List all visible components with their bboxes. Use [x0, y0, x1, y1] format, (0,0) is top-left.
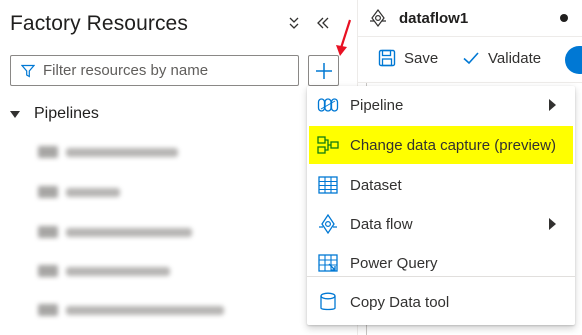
factory-resources-panel: Factory Resources Pipelines: [0, 0, 357, 335]
editor-toolbar: Save Validate: [358, 37, 582, 82]
menu-item-pipeline[interactable]: Pipeline: [307, 86, 575, 124]
save-label: Save: [404, 49, 439, 67]
pipeline-item-redacted[interactable]: [38, 145, 178, 159]
save-button[interactable]: Save: [378, 49, 438, 67]
expand-triangle-icon: [10, 110, 20, 118]
pipeline-item-icon: [38, 146, 58, 158]
copy-data-tool-icon: [320, 292, 336, 311]
unsaved-dot-icon: [560, 14, 568, 22]
validate-button[interactable]: Validate: [462, 49, 541, 67]
pipeline-icon: [317, 98, 339, 112]
menu-item-label: Power Query: [350, 254, 438, 272]
dataset-table-icon: [318, 176, 338, 194]
submenu-chevron-icon: [549, 218, 556, 230]
power-query-icon: [318, 254, 338, 272]
pipeline-item-icon: [38, 186, 58, 198]
menu-item-copy-data-tool[interactable]: Copy Data tool: [307, 283, 575, 321]
tab-dataflow1[interactable]: dataflow1: [358, 0, 582, 36]
data-flow-icon: [370, 9, 386, 27]
filter-icon: [21, 64, 35, 78]
menu-divider: [307, 276, 575, 277]
pipeline-item-icon: [38, 304, 58, 316]
pipeline-item-redacted[interactable]: [38, 264, 170, 278]
pipeline-item-redacted[interactable]: [38, 225, 192, 239]
pipeline-item-redacted[interactable]: [38, 303, 224, 317]
menu-item-label: Change data capture (preview): [350, 136, 556, 154]
save-icon: [378, 49, 396, 67]
collapse-all-icon[interactable]: [284, 12, 304, 34]
pipelines-section-label: Pipelines: [34, 105, 99, 122]
filter-resources-input[interactable]: [43, 57, 293, 84]
annotation-arrow-icon: [336, 19, 352, 56]
data-flow-icon: [319, 213, 337, 235]
pipeline-item-icon: [38, 265, 58, 277]
menu-item-label: Dataset: [350, 176, 402, 194]
pipeline-item-icon: [38, 226, 58, 238]
checkmark-icon: [463, 52, 479, 65]
plus-icon: [315, 62, 332, 79]
menu-item-data-flow[interactable]: Data flow: [307, 205, 575, 243]
menu-item-label: Copy Data tool: [350, 293, 450, 311]
tab-title: dataflow1: [399, 10, 469, 27]
menu-item-label: Data flow: [350, 215, 413, 233]
menu-item-label: Pipeline: [350, 96, 404, 114]
filter-resources-box[interactable]: [10, 55, 299, 86]
menu-item-change-data-capture[interactable]: Change data capture (preview): [309, 126, 573, 164]
panel-title: Factory Resources: [10, 12, 188, 35]
change-data-capture-icon: [317, 136, 339, 154]
menu-item-dataset[interactable]: Dataset: [307, 166, 575, 204]
submenu-chevron-icon: [549, 99, 556, 111]
validate-label: Validate: [488, 49, 542, 67]
new-resource-menu: Pipeline Change data capture (preview) D…: [307, 86, 575, 325]
pipelines-section-header[interactable]: Pipelines: [10, 100, 99, 128]
pipeline-item-redacted[interactable]: [38, 185, 120, 199]
